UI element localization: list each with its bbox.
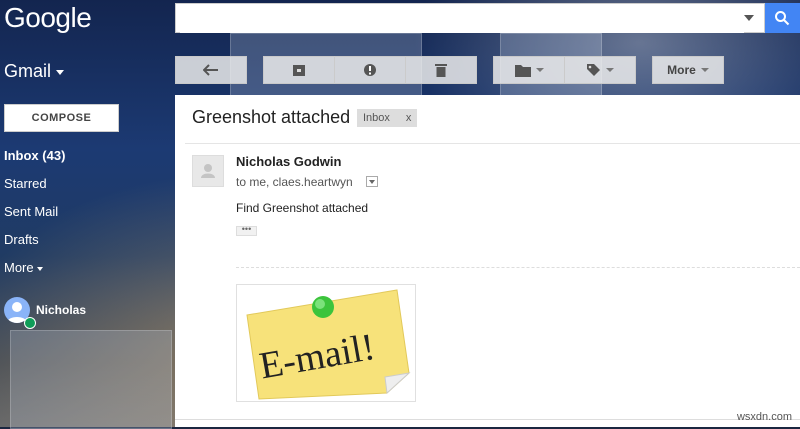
sidebar-more-label: More: [4, 260, 34, 275]
show-trimmed-content-button[interactable]: •••: [236, 225, 257, 236]
search-input[interactable]: [180, 5, 744, 33]
search-options-icon[interactable]: [744, 15, 754, 21]
folder-icon: [514, 64, 531, 77]
person-icon: [201, 164, 215, 178]
label-chip-text: Inbox: [363, 112, 390, 124]
chevron-down-icon: [700, 68, 709, 72]
divider: [175, 419, 800, 420]
sidebar-item-starred[interactable]: Starred: [4, 176, 47, 191]
labels-button[interactable]: [564, 56, 636, 84]
label-remove-icon[interactable]: x: [406, 112, 412, 124]
sidebar-item-drafts[interactable]: Drafts: [4, 232, 39, 247]
chat-contact-name[interactable]: Nicholas: [36, 303, 86, 317]
show-details-button[interactable]: [366, 176, 378, 187]
move-to-button[interactable]: [493, 56, 565, 84]
sidebar-item-more[interactable]: More: [4, 260, 43, 275]
back-button[interactable]: [175, 56, 247, 84]
trash-icon: [435, 64, 447, 77]
message-subject: Greenshot attached: [192, 107, 351, 127]
message-view: Greenshot attached Inbox x Nicholas Godw…: [175, 95, 800, 427]
inbox-label-chip[interactable]: Inbox x: [357, 109, 418, 127]
back-arrow-icon: [203, 64, 218, 76]
presence-online-icon: [24, 317, 36, 329]
archive-icon: [293, 65, 305, 76]
chevron-down-icon: [606, 68, 614, 72]
compose-button[interactable]: COMPOSE: [4, 104, 119, 132]
gmail-label: Gmail: [4, 61, 52, 81]
delete-button[interactable]: [405, 56, 477, 84]
message-body: Find Greenshot attached: [236, 201, 369, 215]
attachment-divider: [236, 267, 800, 268]
sidebar-item-sent-mail[interactable]: Sent Mail: [4, 204, 58, 219]
recipients: to me, claes.heartwyn: [236, 175, 353, 189]
report-spam-icon: [364, 64, 376, 76]
search-icon: [775, 11, 790, 26]
report-spam-button[interactable]: [334, 56, 406, 84]
divider: [185, 143, 800, 144]
sidebar-item-inbox[interactable]: Inbox (43): [4, 148, 65, 163]
gmail-menu[interactable]: Gmail: [4, 61, 65, 82]
chevron-down-icon: [56, 69, 65, 75]
sticky-note-image: E-mail!: [246, 289, 411, 400]
archive-button[interactable]: [263, 56, 335, 84]
label-tag-icon: [587, 63, 600, 76]
more-button[interactable]: More: [652, 56, 724, 84]
chevron-down-icon: [535, 68, 544, 72]
search-box[interactable]: [175, 3, 765, 33]
search-button[interactable]: [765, 3, 800, 33]
more-button-label: More: [667, 63, 696, 77]
chevron-down-icon: [36, 266, 43, 271]
google-logo[interactable]: Google: [4, 2, 92, 34]
sender-avatar: [192, 155, 224, 187]
sender-name[interactable]: Nicholas Godwin: [236, 154, 341, 169]
attachment-thumbnail[interactable]: E-mail!: [236, 284, 416, 402]
watermark: wsxdn.com: [736, 411, 792, 423]
